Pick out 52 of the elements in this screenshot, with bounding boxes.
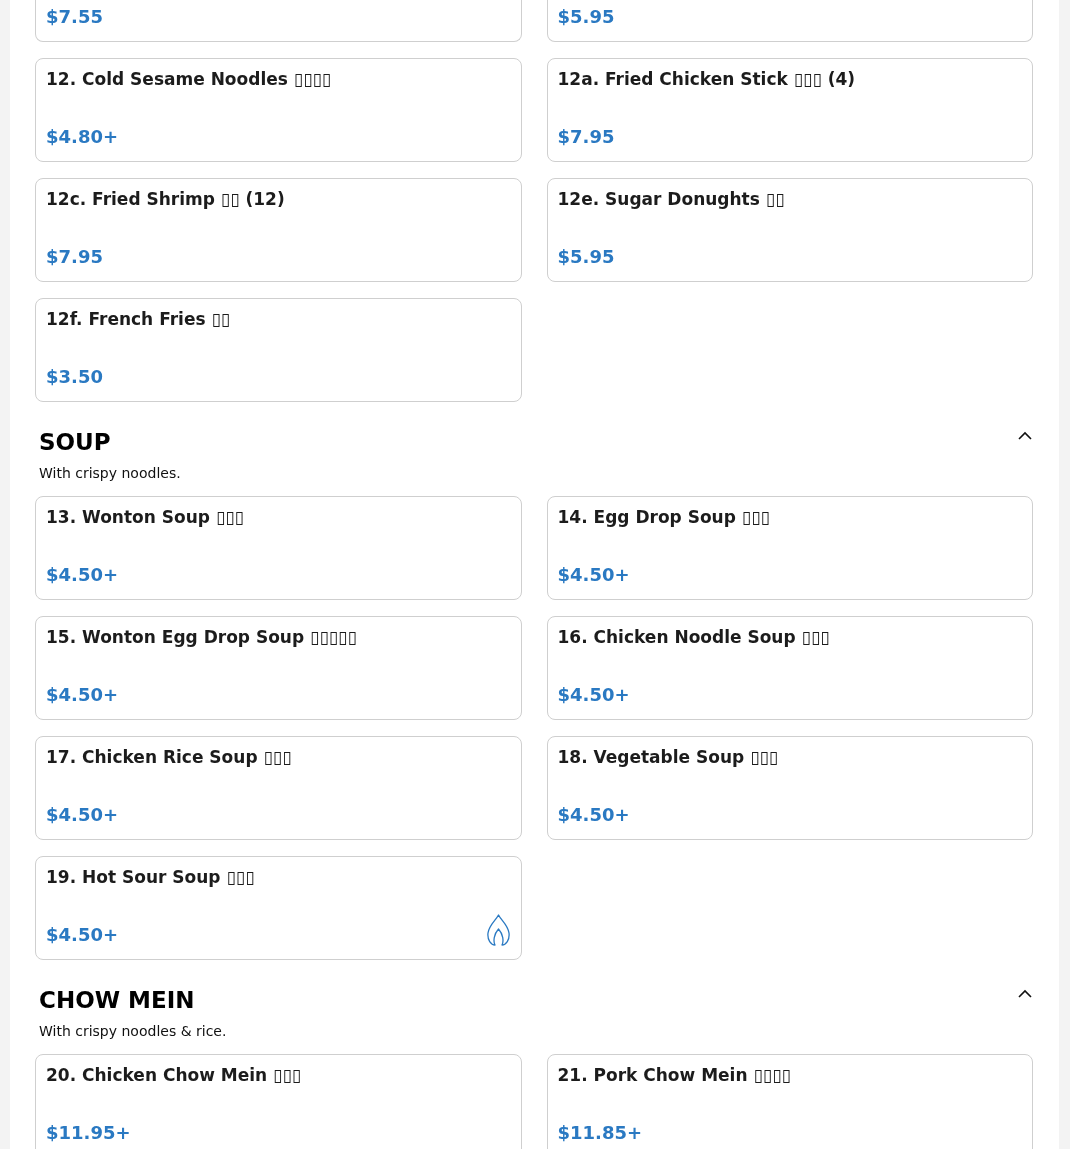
menu-item-card[interactable]: 17. Chicken Rice Soup ▯▯▯ $4.50+	[35, 736, 522, 840]
menu-item-card[interactable]: 16. Chicken Noodle Soup ▯▯▯ $4.50+	[546, 616, 1033, 720]
item-price: $4.50+	[557, 564, 630, 586]
section-description: With crispy noodles & rice.	[39, 1022, 228, 1041]
item-name: 16. Chicken Noodle Soup ▯▯▯	[557, 627, 831, 648]
menu-item-card[interactable]: 19. Hot Sour Soup ▯▯▯ $4.50+	[35, 856, 522, 960]
menu-item-card[interactable]: 12e. Sugar Donughts ▯▯ $5.95	[546, 178, 1033, 282]
menu-item-card[interactable]: 20. Chicken Chow Mein ▯▯▯ $11.95+	[35, 1054, 522, 1149]
menu-item-card[interactable]: 13. Wonton Soup ▯▯▯ $4.50+	[35, 496, 522, 600]
menu-item-card[interactable]: 12c. Fried Shrimp ▯▯ (12) $7.95	[35, 178, 522, 282]
item-name: 21. Pork Chow Mein ▯▯▯▯	[557, 1065, 792, 1086]
section-heading: SOUP	[39, 429, 111, 456]
item-name: 12a. Fried Chicken Stick ▯▯▯ (4)	[557, 69, 857, 90]
menu-item-card[interactable]: 15. Wonton Egg Drop Soup ▯▯▯▯▯ $4.50+	[35, 616, 522, 720]
menu-item-card[interactable]: 12f. French Fries ▯▯ $3.50	[35, 298, 522, 402]
item-name: 12c. Fried Shrimp ▯▯ (12)	[46, 189, 286, 210]
chevron-up-icon[interactable]	[1018, 989, 1032, 998]
menu-item-card[interactable]: $7.55	[35, 0, 522, 42]
item-price: $4.50+	[557, 804, 630, 826]
item-name: 17. Chicken Rice Soup ▯▯▯	[46, 747, 293, 768]
item-price: $7.55	[46, 6, 103, 28]
item-price: $11.95+	[46, 1122, 131, 1144]
item-name: 14. Egg Drop Soup ▯▯▯	[557, 507, 771, 528]
item-price: $5.95	[557, 6, 615, 28]
item-price: $5.95	[557, 246, 615, 268]
section-description: With crispy noodles.	[39, 464, 182, 483]
section-heading: CHOW MEIN	[39, 987, 195, 1014]
item-price: $11.85+	[557, 1122, 643, 1144]
item-name: 12. Cold Sesame Noodles ▯▯▯▯	[46, 69, 333, 90]
item-name: 15. Wonton Egg Drop Soup ▯▯▯▯▯	[46, 627, 358, 648]
item-name: 12e. Sugar Donughts ▯▯	[557, 189, 786, 210]
item-price: $4.50+	[46, 684, 119, 706]
item-price: $7.95	[557, 126, 615, 148]
item-name: 20. Chicken Chow Mein ▯▯▯	[46, 1065, 303, 1086]
item-name: 13. Wonton Soup ▯▯▯	[46, 507, 245, 528]
menu-item-card[interactable]: $5.95	[546, 0, 1033, 42]
item-price: $7.95	[46, 246, 103, 268]
item-price: $4.50+	[46, 804, 119, 826]
item-price: $4.50+	[46, 564, 119, 586]
item-name: 19. Hot Sour Soup ▯▯▯	[46, 867, 256, 888]
item-price: $4.50+	[557, 684, 630, 706]
menu-item-card[interactable]: 14. Egg Drop Soup ▯▯▯ $4.50+	[546, 496, 1033, 600]
item-name: 12f. French Fries ▯▯	[46, 309, 232, 330]
menu-item-card[interactable]: 21. Pork Chow Mein ▯▯▯▯ $11.85+	[546, 1054, 1033, 1149]
menu-item-card[interactable]: 18. Vegetable Soup ▯▯▯ $4.50+	[546, 736, 1033, 840]
item-price: $4.50+	[46, 924, 119, 946]
item-price: $4.80+	[46, 126, 119, 148]
menu-item-card[interactable]: 12a. Fried Chicken Stick ▯▯▯ (4) $7.95	[546, 58, 1033, 162]
menu-item-card[interactable]: 12. Cold Sesame Noodles ▯▯▯▯ $4.80+	[35, 58, 522, 162]
chevron-up-icon[interactable]	[1018, 431, 1032, 440]
item-price: $3.50	[46, 366, 103, 388]
item-name: 18. Vegetable Soup ▯▯▯	[557, 747, 780, 768]
